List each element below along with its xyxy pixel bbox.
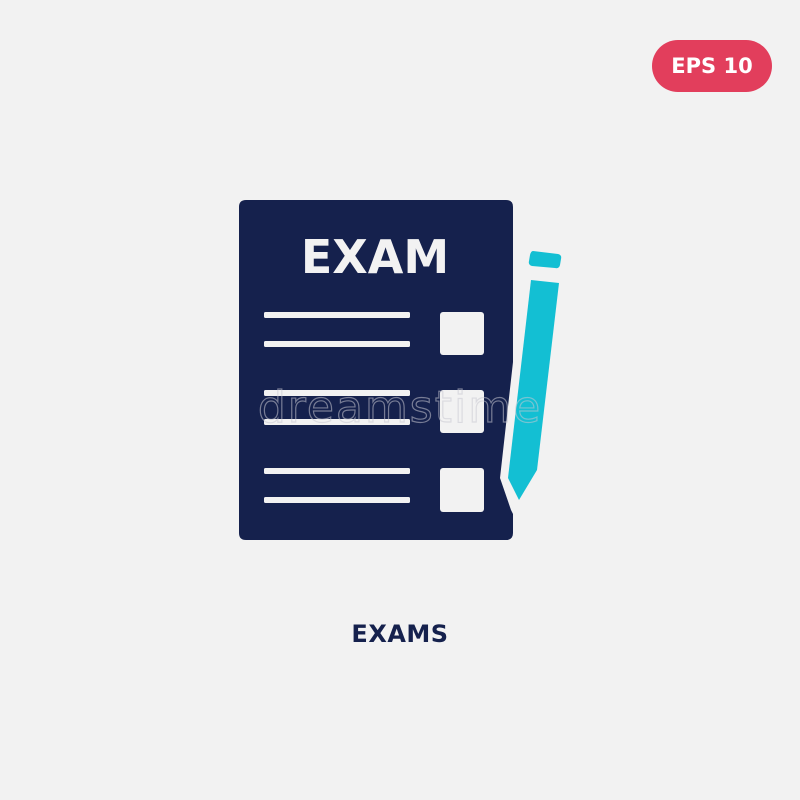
answer-checkbox [440,468,484,512]
question-line [264,341,410,347]
question-line [264,312,410,318]
pencil-icon [508,251,562,500]
question-line [264,468,410,474]
watermark: dreamstime [257,381,543,433]
answer-checkbox [440,312,484,355]
question-line [264,497,410,503]
icon-caption: EXAMS [351,620,449,648]
exam-title: EXAM [301,230,449,284]
